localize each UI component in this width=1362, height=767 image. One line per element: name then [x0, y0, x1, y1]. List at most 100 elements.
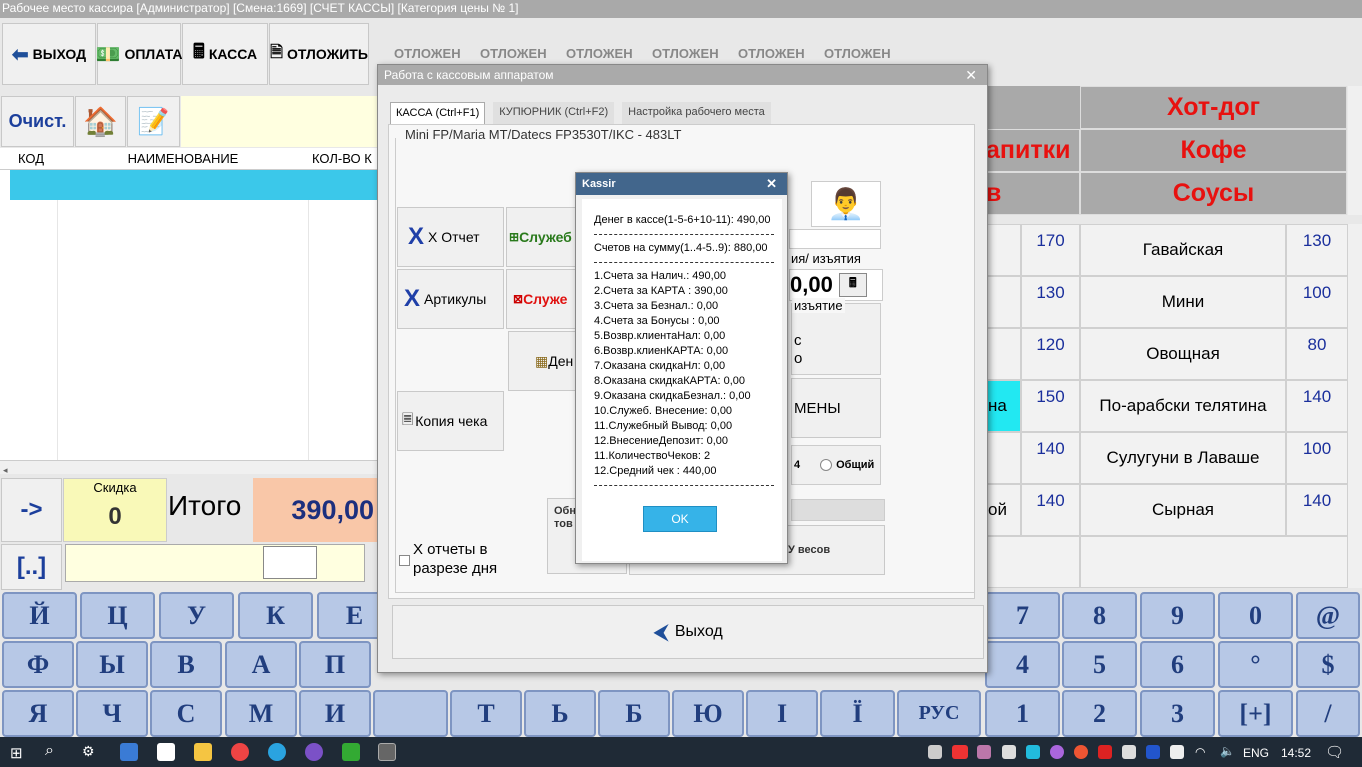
close-icon[interactable]: ✕ [965, 65, 977, 85]
product-name[interactable]: Сулугуни в Лаваше [1080, 432, 1286, 484]
key-dollar[interactable]: $ [1296, 641, 1360, 688]
tray-icon-5[interactable] [1074, 745, 1088, 759]
product-price[interactable]: 140 [1286, 380, 1348, 432]
cash-button[interactable]: 🖩 КАССА [182, 23, 268, 85]
key-u[interactable]: У [159, 592, 234, 639]
key-space[interactable] [373, 690, 448, 737]
product-left-price[interactable]: 150 [1021, 380, 1080, 432]
app-icon-1[interactable] [120, 743, 138, 761]
notifications-icon[interactable]: 🗨 [1325, 743, 1344, 761]
product-price[interactable]: 100 [1286, 432, 1348, 484]
product-scrollbar[interactable] [1348, 224, 1362, 588]
key-at[interactable]: @ [1296, 592, 1360, 639]
arrow-button[interactable]: -> [1, 478, 62, 542]
category-scrollbar[interactable] [1348, 86, 1362, 215]
gear-icon[interactable]: ⚙ [82, 743, 100, 761]
horizontal-scrollbar[interactable]: ◂ [0, 460, 378, 475]
product-name[interactable]: Мини [1080, 276, 1286, 328]
telegram-icon[interactable] [268, 743, 286, 761]
key-0[interactable]: 0 [1218, 592, 1293, 639]
product-left-name[interactable] [985, 276, 1021, 328]
table-row[interactable] [10, 170, 378, 200]
key-plus[interactable]: [+] [1218, 690, 1293, 737]
product-left-name[interactable] [985, 224, 1021, 276]
postponed-slot-1[interactable]: ОТЛОЖЕН [394, 46, 461, 61]
exit-button[interactable]: ⬅ ВЫХОД [2, 23, 96, 85]
key-y[interactable]: Й [2, 592, 77, 639]
key-9[interactable]: 9 [1140, 592, 1215, 639]
product-left-price[interactable]: 130 [1021, 276, 1080, 328]
tray-icon-3[interactable] [977, 745, 991, 759]
category-partial[interactable]: в [985, 172, 1080, 215]
postponed-slot-2[interactable]: ОТЛОЖЕН [480, 46, 547, 61]
postponed-slot-3[interactable]: ОТЛОЖЕН [566, 46, 633, 61]
key-8[interactable]: 8 [1062, 592, 1137, 639]
clock[interactable]: 14:52 [1281, 746, 1311, 760]
product-left-name[interactable] [985, 328, 1021, 380]
key-p[interactable]: П [299, 641, 371, 688]
category-drinks[interactable]: апитки [985, 129, 1080, 172]
tray-icon-1[interactable] [928, 745, 942, 759]
key-ukr-i[interactable]: І [746, 690, 818, 737]
product-name[interactable]: Гавайская [1080, 224, 1286, 276]
discount-box[interactable]: Скидка 0 [63, 478, 167, 542]
postponed-slot-6[interactable]: ОТЛОЖЕН [824, 46, 891, 61]
product-left-price[interactable]: 140 [1021, 432, 1080, 484]
key-1[interactable]: 1 [985, 690, 1060, 737]
product-price[interactable]: 140 [1286, 484, 1348, 536]
key-k[interactable]: К [238, 592, 313, 639]
key-4[interactable]: 4 [985, 641, 1060, 688]
folder-icon[interactable] [194, 743, 212, 761]
tray-icon-8[interactable] [1146, 745, 1160, 759]
product-name[interactable]: По-арабски телятина [1080, 380, 1286, 432]
key-degree[interactable]: ° [1218, 641, 1293, 688]
report-type-radio[interactable]: 4 Общий [791, 445, 881, 485]
edit-button[interactable]: 📝 [127, 96, 180, 147]
postponed-slot-4[interactable]: ОТЛОЖЕН [652, 46, 719, 61]
close-icon[interactable]: ✕ [766, 173, 777, 195]
tab-settings[interactable]: Настройка рабочего места [622, 102, 771, 124]
product-left-name[interactable] [985, 432, 1021, 484]
calculator-icon[interactable]: 🖩 [838, 273, 867, 297]
dialog-exit-button[interactable]: ⮜ Выход [392, 605, 984, 659]
radio-common[interactable] [820, 459, 833, 471]
copy-check-button[interactable]: 🗏 Копия чека [397, 391, 504, 451]
product-left-name[interactable]: на [985, 380, 1021, 432]
app-icon-active[interactable] [378, 743, 396, 761]
key-3[interactable]: 3 [1140, 690, 1215, 737]
comment-input[interactable] [789, 229, 881, 249]
order-table-body[interactable] [0, 170, 378, 460]
key-ch[interactable]: Ч [76, 690, 148, 737]
postpone-button[interactable]: 🗎 ОТЛОЖИТЬ [269, 23, 369, 85]
key-v[interactable]: В [150, 641, 222, 688]
key-t[interactable]: Т [450, 690, 522, 737]
windows-start-icon[interactable]: ⊞ [10, 744, 27, 762]
tab-kassa[interactable]: КАССА (Ctrl+F1) [390, 102, 486, 124]
product-left-price[interactable]: 170 [1021, 224, 1080, 276]
close-shift-button[interactable]: МЕНЫ [791, 378, 881, 438]
key-a[interactable]: А [225, 641, 297, 688]
key-ya[interactable]: Я [2, 690, 74, 737]
product-price[interactable]: 130 [1286, 224, 1348, 276]
articles-button[interactable]: X Артикулы [397, 269, 504, 329]
quantity-input[interactable] [263, 546, 317, 579]
viber-tray-icon[interactable] [1050, 745, 1064, 759]
wifi-icon[interactable]: ◠ [1195, 745, 1205, 759]
amount-input[interactable]: 0,00 🖩 [789, 269, 883, 301]
key-m[interactable]: М [225, 690, 297, 737]
key-yu[interactable]: Ю [672, 690, 744, 737]
volume-icon[interactable]: 🔈 [1220, 744, 1235, 758]
app-icon-2[interactable] [157, 743, 175, 761]
chrome-icon[interactable] [231, 743, 249, 761]
key-f[interactable]: Ф [2, 641, 74, 688]
viber-icon[interactable] [305, 743, 323, 761]
key-2[interactable]: 2 [1062, 690, 1137, 737]
language-indicator[interactable]: ENG [1243, 746, 1269, 760]
pay-button[interactable]: 💵 ОПЛАТА [96, 23, 182, 85]
tray-icon-2[interactable] [952, 745, 968, 759]
product-left-price[interactable]: 140 [1021, 484, 1080, 536]
dots-button[interactable]: [..] [1, 544, 62, 590]
x-report-button[interactable]: XX Отчет [397, 207, 504, 267]
tray-icon-7[interactable] [1122, 745, 1136, 759]
key-yi[interactable]: Ы [76, 641, 148, 688]
